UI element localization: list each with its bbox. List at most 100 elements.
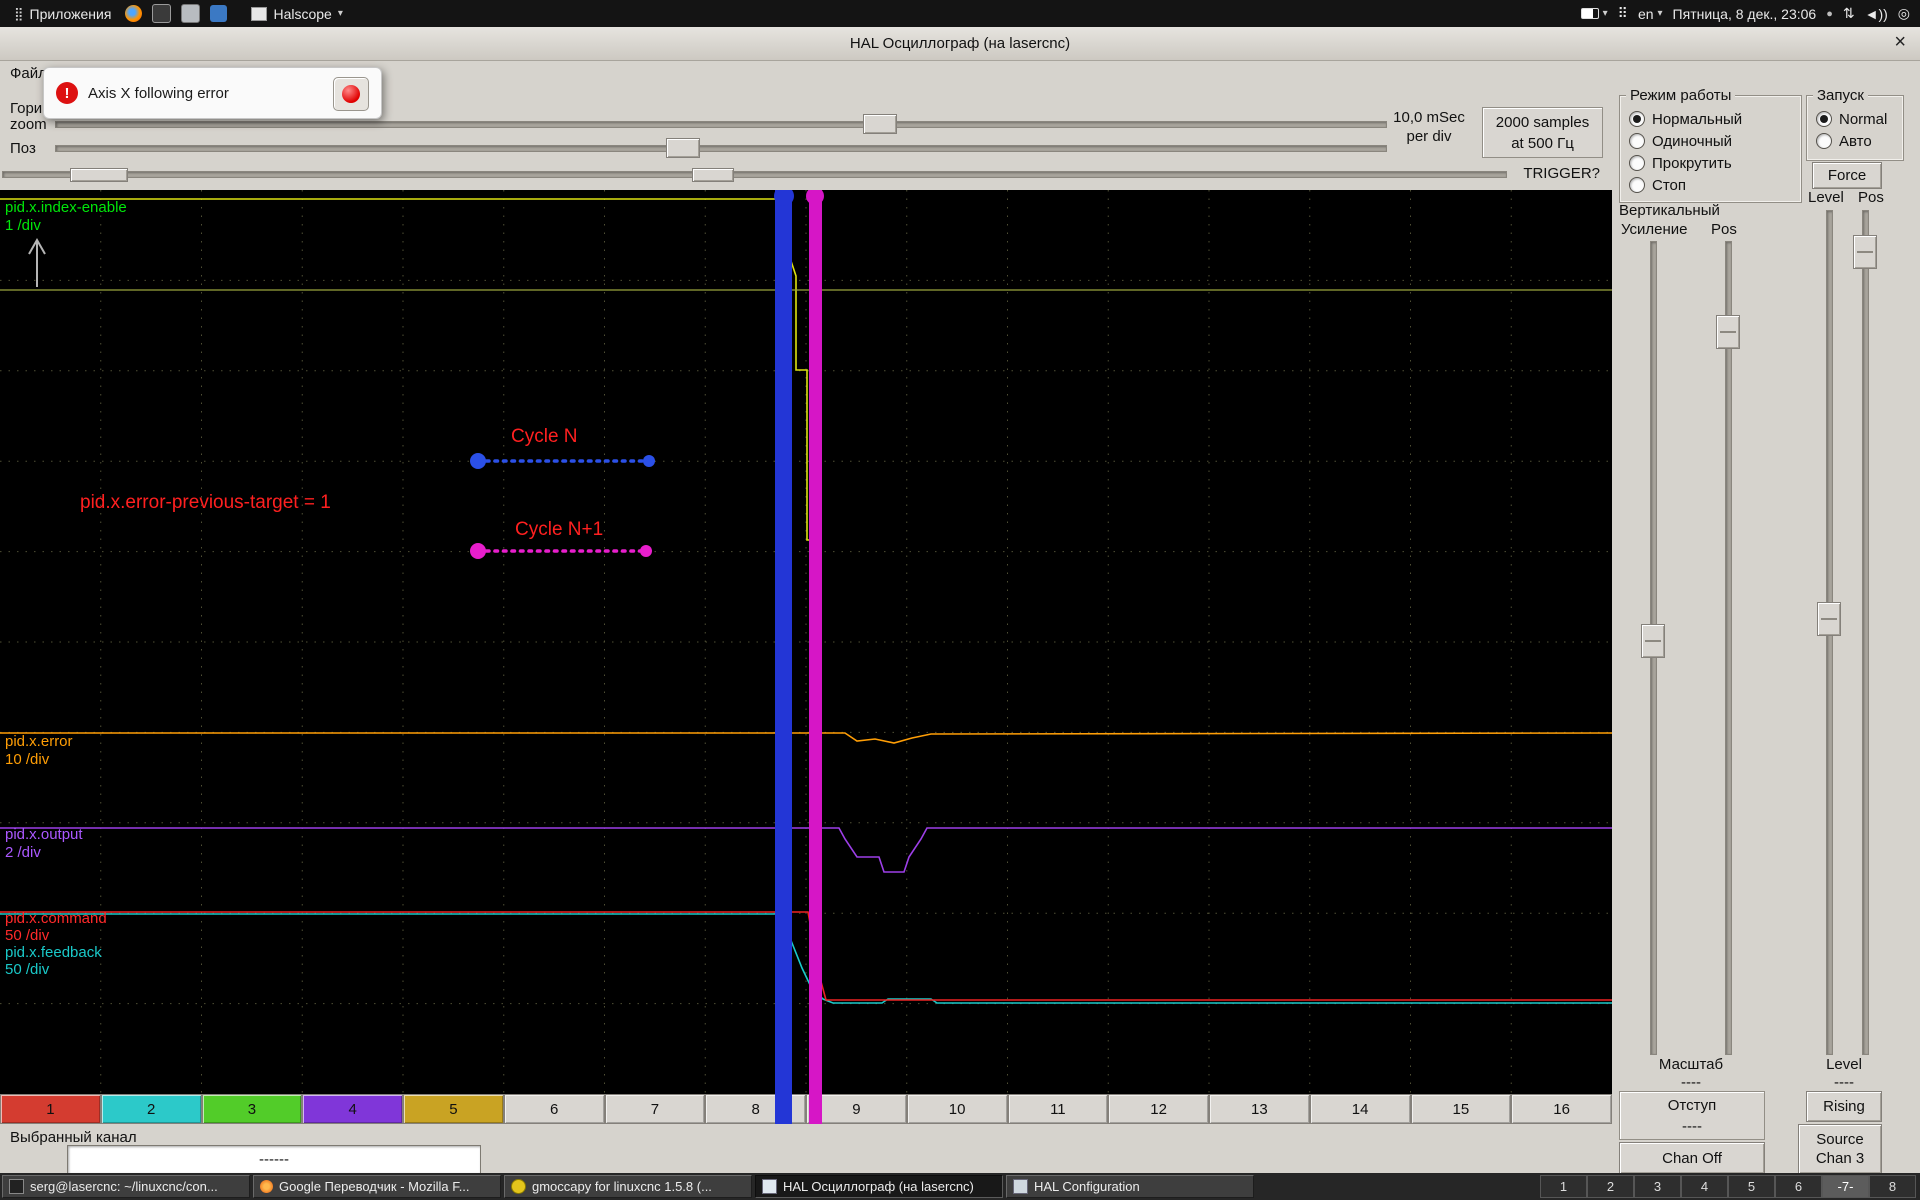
battery-indicator[interactable]: ▾ — [1580, 8, 1608, 19]
workspace-cell[interactable]: -7- — [1822, 1175, 1869, 1198]
keyboard-layout-indicator[interactable]: en ▾ — [1638, 6, 1663, 22]
position-slider[interactable] — [55, 145, 1387, 152]
taskbar-window-button[interactable]: gmoccapy for linuxcnc 1.5.8 (... — [504, 1175, 752, 1198]
run-mode-radio[interactable] — [1629, 155, 1645, 171]
run-mode-option-3[interactable]: Прокрутить — [1620, 152, 1801, 174]
network-icon[interactable]: ⇅ — [1843, 5, 1855, 22]
channel-button-3[interactable]: 3 — [201, 1094, 303, 1124]
volume-icon[interactable]: ◄)) — [1865, 6, 1888, 22]
notification-text: Axis X following error — [88, 84, 229, 102]
window-list-item-halscope[interactable]: Halscope ▾ — [245, 6, 348, 22]
menu-file[interactable]: Файл — [10, 65, 47, 82]
vertical-pos-slider-handle[interactable] — [1716, 315, 1740, 349]
terminal-launcher-icon[interactable] — [152, 4, 172, 23]
channel-button-15[interactable]: 15 — [1410, 1094, 1512, 1124]
run-mode-radio[interactable] — [1629, 177, 1645, 193]
workspace-cell[interactable]: 3 — [1634, 1175, 1681, 1198]
vertical-pos-slider[interactable] — [1725, 241, 1732, 1055]
trigger-pos-slider[interactable] — [1862, 210, 1869, 1055]
trigger-source-line1: Source — [1816, 1131, 1864, 1148]
channel-button-12[interactable]: 12 — [1108, 1094, 1209, 1124]
cycle-n1-span-start-dot — [470, 543, 486, 559]
horizontal-frame-label: Гори — [10, 100, 43, 117]
gmoccapy-icon — [511, 1179, 526, 1194]
workspace-cell[interactable]: 8 — [1869, 1175, 1916, 1198]
workspace-cell[interactable]: 2 — [1587, 1175, 1634, 1198]
channel-button-1[interactable]: 1 — [0, 1094, 101, 1124]
trigger-pos-label: Pos — [1858, 189, 1884, 206]
taskbar-window-label: gmoccapy for linuxcnc 1.5.8 (... — [532, 1179, 712, 1194]
run-mode-option-4[interactable]: Стоп — [1620, 174, 1801, 196]
taskbar-window-button[interactable]: HAL Configuration — [1006, 1175, 1254, 1198]
channel-button-11[interactable]: 11 — [1007, 1094, 1109, 1124]
window-titlebar[interactable]: HAL Осциллограф (на lasercnc) × — [0, 27, 1920, 61]
rising-button[interactable]: Rising — [1806, 1091, 1882, 1122]
taskbar-window-label: Google Переводчик - Mozilla F... — [279, 1179, 470, 1194]
halscope-icon — [762, 1179, 777, 1194]
app-launcher-icon[interactable] — [210, 5, 228, 22]
firefox-launcher-icon[interactable] — [125, 5, 143, 22]
cycle-n-span-start-dot — [470, 453, 486, 469]
run-mode-option-1[interactable]: Нормальный — [1620, 108, 1801, 130]
channel-button-13[interactable]: 13 — [1209, 1094, 1310, 1124]
run-mode-option-label: Стоп — [1652, 176, 1686, 194]
workspace-cell[interactable]: 4 — [1681, 1175, 1728, 1198]
applications-menu[interactable]: ⣿ Приложения — [10, 6, 115, 22]
record-trigger-handle[interactable] — [692, 168, 734, 182]
gain-slider-handle[interactable] — [1641, 624, 1665, 658]
cycle-n1-cursor[interactable] — [809, 190, 822, 1094]
notification-popup[interactable]: ! Axis X following error — [43, 67, 382, 119]
run-mode-radio[interactable] — [1629, 111, 1645, 127]
taskbar-window-button[interactable]: serg@lasercnc: ~/linuxcnc/con... — [2, 1175, 250, 1198]
offset-box[interactable]: Отступ ---- — [1619, 1091, 1765, 1140]
level-readout-label: Level — [1826, 1056, 1862, 1073]
channel-button-6[interactable]: 6 — [503, 1094, 605, 1124]
record-window-handle[interactable] — [70, 168, 128, 182]
channel-button-14[interactable]: 14 — [1309, 1094, 1411, 1124]
calculator-launcher-icon[interactable] — [181, 4, 201, 23]
trigger-source-line2: Chan 3 — [1815, 1150, 1865, 1167]
selected-channel-field[interactable]: ------ — [67, 1145, 481, 1174]
workspace-cell[interactable]: 5 — [1728, 1175, 1775, 1198]
workspace-grid-icon[interactable]: ⠿ — [1618, 5, 1628, 22]
trigger-mode-radio[interactable] — [1816, 111, 1832, 127]
chevron-down-icon: ▾ — [1657, 8, 1663, 19]
workspace-cell[interactable]: 1 — [1540, 1175, 1587, 1198]
clock[interactable]: Пятница, 8 дек., 23:06 — [1673, 6, 1817, 22]
force-button[interactable]: Force — [1812, 162, 1882, 189]
channel-button-10[interactable]: 10 — [906, 1094, 1008, 1124]
zoom-slider-handle[interactable] — [863, 114, 897, 134]
channel-button-16[interactable]: 16 — [1511, 1094, 1612, 1124]
workspace-cell[interactable]: 6 — [1775, 1175, 1822, 1198]
channel-button-9[interactable]: 9 — [806, 1094, 907, 1124]
trigger-level-slider-handle[interactable] — [1817, 602, 1841, 636]
channel-button-7[interactable]: 7 — [604, 1094, 706, 1124]
notification-area-icon[interactable]: ● — [1826, 8, 1833, 20]
trigger-mode-option-2[interactable]: Авто — [1807, 130, 1903, 152]
selected-channel-label: Выбранный канал — [10, 1129, 137, 1146]
channel-button-4[interactable]: 4 — [302, 1094, 403, 1124]
close-icon[interactable]: × — [1894, 31, 1906, 54]
cycle-n-span-end-dot — [643, 455, 655, 467]
offset-value: ---- — [1682, 1117, 1702, 1135]
channel-button-8[interactable]: 8 — [705, 1094, 806, 1124]
trigger-mode-radio[interactable] — [1816, 133, 1832, 149]
zoom-slider[interactable] — [55, 121, 1387, 128]
position-slider-handle[interactable] — [666, 138, 700, 158]
run-mode-radio[interactable] — [1629, 133, 1645, 149]
taskbar-window-button[interactable]: Google Переводчик - Mozilla F... — [253, 1175, 501, 1198]
trigger-pos-slider-handle[interactable] — [1853, 235, 1877, 269]
cycle-n-cursor[interactable] — [775, 190, 792, 1094]
level-readout-value: ---- — [1834, 1074, 1854, 1091]
record-button[interactable] — [333, 77, 369, 111]
record-position-bar[interactable] — [2, 171, 1507, 178]
chan-off-button[interactable]: Chan Off — [1619, 1142, 1765, 1174]
time-per-div-readout: 10,0 mSec per div — [1384, 108, 1474, 146]
channel-button-2[interactable]: 2 — [100, 1094, 202, 1124]
trigger-source-button[interactable]: Source Chan 3 — [1798, 1124, 1882, 1174]
run-mode-option-2[interactable]: Одиночный — [1620, 130, 1801, 152]
trigger-mode-option-1[interactable]: Normal — [1807, 108, 1903, 130]
channel-button-5[interactable]: 5 — [403, 1094, 504, 1124]
power-icon[interactable]: ◎ — [1898, 5, 1910, 22]
taskbar-window-button[interactable]: HAL Осциллограф (на lasercnc) — [755, 1175, 1003, 1198]
